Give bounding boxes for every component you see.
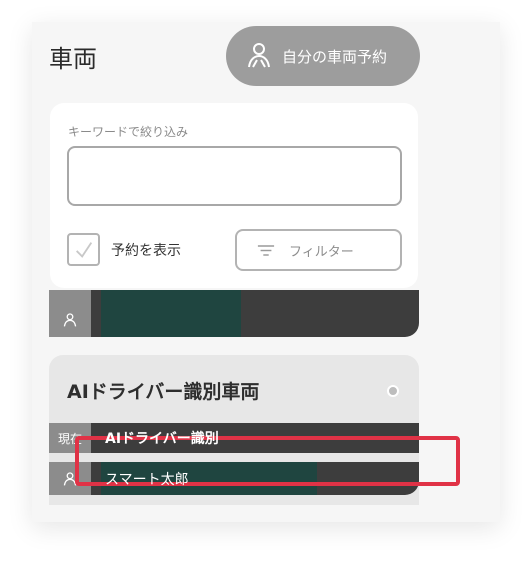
current-driver-row[interactable]: 現在 AIドライバー識別 xyxy=(49,423,419,453)
filter-button[interactable]: フィルター xyxy=(235,229,402,271)
keyword-filter-label: キーワードで絞り込み xyxy=(68,125,189,139)
current-badge: 現在 xyxy=(49,423,91,453)
group-title: AIドライバー識別車両 xyxy=(67,381,260,403)
show-reservation-checkbox[interactable] xyxy=(67,233,100,266)
status-dot xyxy=(387,385,399,397)
current-driver-text: AIドライバー識別 xyxy=(105,431,219,447)
my-vehicle-reservation-button[interactable]: 自分の車両予約 xyxy=(226,26,420,86)
filter-icon xyxy=(257,244,275,257)
reserve-button-label: 自分の車両予約 xyxy=(282,47,388,66)
driver-icon xyxy=(49,462,91,495)
keyword-search-input[interactable] xyxy=(67,146,402,206)
driver-icon xyxy=(244,41,274,71)
page-title: 車両 xyxy=(49,45,97,73)
driver-icon xyxy=(49,290,91,337)
search-panel: キーワードで絞り込み 予約を表示 フィルター xyxy=(50,103,418,288)
vehicle-row[interactable] xyxy=(49,290,419,337)
checkmark-icon xyxy=(73,239,95,261)
show-reservation-label: 予約を表示 xyxy=(111,243,181,259)
schedule-bar xyxy=(101,290,241,337)
driver-row[interactable]: スマート太郎 xyxy=(49,462,419,495)
filter-label: フィルター xyxy=(289,244,354,260)
driver-name: スマート太郎 xyxy=(105,471,189,488)
